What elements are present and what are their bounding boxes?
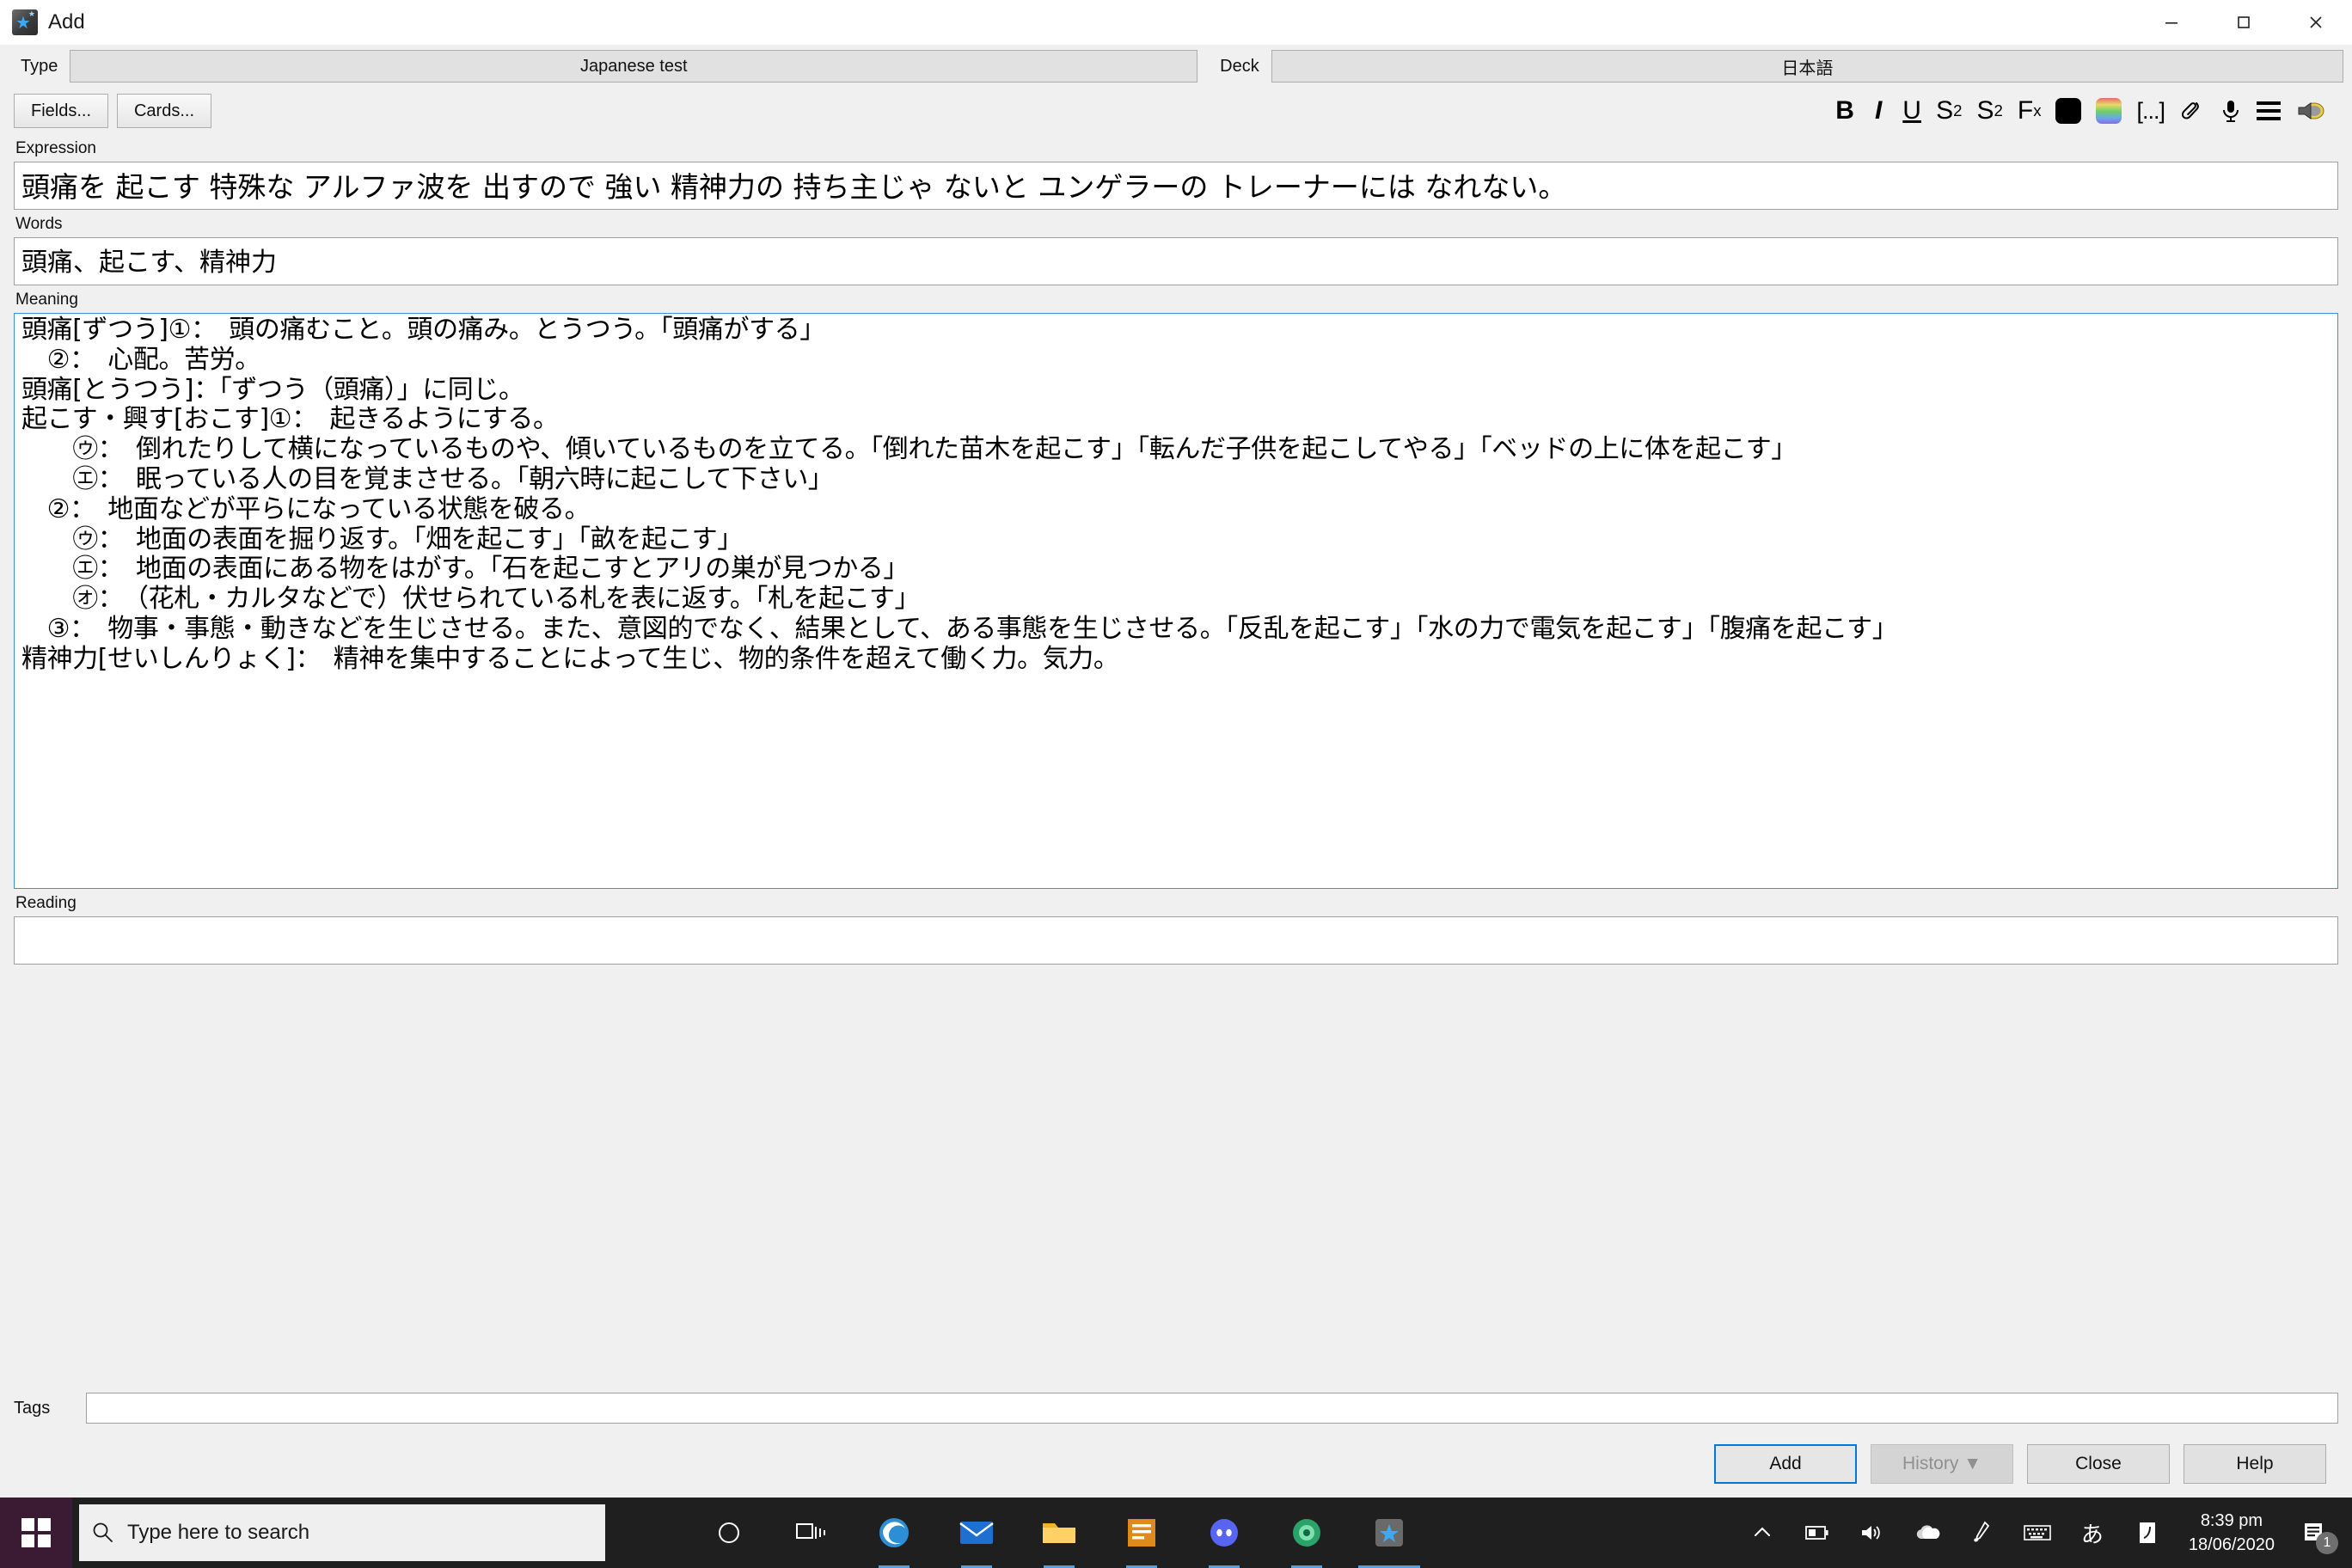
minimize-button[interactable]: [2135, 0, 2208, 45]
title-bar: ★ ★ Add: [0, 0, 2352, 45]
field-input-words[interactable]: 頭痛、起こす、精神力: [14, 237, 2338, 285]
task-view-icon[interactable]: [770, 1498, 853, 1568]
help-button[interactable]: Help: [2184, 1444, 2326, 1484]
firefox-icon[interactable]: [1265, 1498, 1348, 1568]
clock[interactable]: 8:39 pm 18/06/2020: [2175, 1509, 2288, 1557]
field-label-words: Words: [15, 215, 63, 233]
history-button[interactable]: History ▼: [1871, 1444, 2013, 1484]
clear-formatting-icon[interactable]: Fx: [2018, 94, 2042, 128]
ime-mode-icon[interactable]: あ: [2065, 1498, 2120, 1568]
anki-star-icon: ★ ★: [12, 9, 38, 35]
bold-icon[interactable]: B: [1835, 94, 1854, 128]
subscript-index: 2: [1994, 101, 2003, 119]
battery-icon[interactable]: [1790, 1498, 1845, 1568]
text-color-icon[interactable]: [2055, 94, 2082, 128]
microsoft-edge-icon[interactable]: [853, 1498, 935, 1568]
window-title: Add: [48, 9, 85, 34]
mail-icon[interactable]: [935, 1498, 1018, 1568]
fields-filler: [14, 965, 2338, 1248]
superscript-exponent: 2: [1953, 101, 1963, 119]
ime-tool-icon[interactable]: [2120, 1498, 2175, 1568]
formatting-icon-group: B I U S2 S2 Fx [...]: [1835, 94, 2338, 128]
discord-icon[interactable]: [1183, 1498, 1265, 1568]
hamburger-lines: [2257, 101, 2281, 120]
subscript-icon[interactable]: S2: [1977, 94, 2003, 128]
clock-date: 18/06/2020: [2188, 1535, 2275, 1554]
tags-label: Tags: [14, 1398, 51, 1418]
dialog-button-bar: Add History ▼ Close Help: [0, 1430, 2352, 1498]
clock-time: 8:39 pm: [2200, 1511, 2263, 1530]
add-card-window: ★ ★ Add Type Japanese test Deck 日本語 Fiel…: [0, 0, 2352, 1498]
field-label-reading: Reading: [15, 894, 77, 912]
italic-icon[interactable]: I: [1869, 94, 1888, 128]
play-sound-icon[interactable]: [2295, 94, 2324, 128]
taskbar-search-box[interactable]: Type here to search: [79, 1504, 605, 1561]
system-tray: あ 8:39 pm 18/06/2020 1: [1735, 1498, 2352, 1568]
field-input-reading[interactable]: [14, 916, 2338, 965]
touch-keyboard-icon[interactable]: [2010, 1498, 2065, 1568]
highlight-color-swatch: [2096, 98, 2122, 124]
field-input-meaning[interactable]: 頭痛[ずつう]①： 頭の痛むこと。頭の痛み。とうつう。「頭痛がする」 ②： 心配…: [14, 313, 2338, 889]
cortana-icon[interactable]: [688, 1498, 770, 1568]
superscript-icon[interactable]: S2: [1936, 94, 1962, 128]
close-button[interactable]: [2280, 0, 2352, 45]
subscript-base: S: [1976, 96, 1994, 125]
volume-icon[interactable]: [1845, 1498, 1900, 1568]
start-button[interactable]: [0, 1498, 72, 1568]
clear-formatting-base: F: [2017, 96, 2034, 125]
clear-formatting-index: x: [2033, 101, 2042, 119]
type-deck-row: Type Japanese test Deck 日本語: [0, 45, 2352, 88]
tags-input[interactable]: [86, 1393, 2338, 1424]
deck-label: Deck: [1220, 56, 1259, 76]
mathjax-menu-icon[interactable]: [2257, 94, 2281, 128]
action-center-icon[interactable]: 1: [2288, 1498, 2340, 1568]
search-placeholder: Type here to search: [127, 1521, 310, 1544]
field-label-expression: Expression: [15, 139, 96, 157]
field-input-expression[interactable]: 頭痛を 起こす 特殊な アルファ波を 出すので 強い 精神力の 持ち主じゃ ない…: [14, 162, 2338, 210]
search-icon: [79, 1520, 127, 1546]
fields-button[interactable]: Fields...: [14, 94, 108, 128]
tags-row: Tags: [0, 1386, 2352, 1430]
anki-star-small-glyph: ★: [28, 9, 35, 18]
cloze-deletion-icon[interactable]: [...]: [2136, 94, 2165, 128]
pen-icon[interactable]: [1955, 1498, 2010, 1568]
windows-taskbar: Type here to search あ 8:39 pm 18/06/2020…: [0, 1498, 2352, 1568]
fields-area: Expression 頭痛を 起こす 特殊な アルファ波を 出すので 強い 精神…: [0, 134, 2352, 1386]
notetype-chooser-button[interactable]: Japanese test: [70, 50, 1198, 83]
maximize-button[interactable]: [2208, 0, 2280, 45]
close-dialog-button[interactable]: Close: [2027, 1444, 2170, 1484]
cards-button[interactable]: Cards...: [117, 94, 211, 128]
attach-media-icon[interactable]: [2179, 94, 2205, 128]
superscript-base: S: [1936, 96, 1954, 125]
windows-logo-icon: [21, 1518, 51, 1547]
deck-chooser-button[interactable]: 日本語: [1271, 50, 2343, 83]
highlight-color-icon[interactable]: [2096, 94, 2122, 128]
field-label-meaning: Meaning: [15, 291, 78, 309]
type-label: Type: [21, 56, 58, 76]
taskbar-app-icons: [688, 1498, 1430, 1568]
notification-count-badge: 1: [2316, 1532, 2338, 1554]
text-color-swatch: [2055, 98, 2082, 124]
anki-icon[interactable]: [1348, 1498, 1430, 1568]
add-button[interactable]: Add: [1714, 1444, 1857, 1484]
sticky-notes-icon[interactable]: [1100, 1498, 1183, 1568]
underline-icon[interactable]: U: [1902, 94, 1921, 128]
record-audio-icon[interactable]: [2220, 94, 2242, 128]
file-explorer-icon[interactable]: [1018, 1498, 1100, 1568]
editor-toolbar: Fields... Cards... B I U S2 S2 Fx [...]: [0, 88, 2352, 134]
show-hidden-icons-icon[interactable]: [1735, 1498, 1790, 1568]
onedrive-icon[interactable]: [1900, 1498, 1955, 1568]
